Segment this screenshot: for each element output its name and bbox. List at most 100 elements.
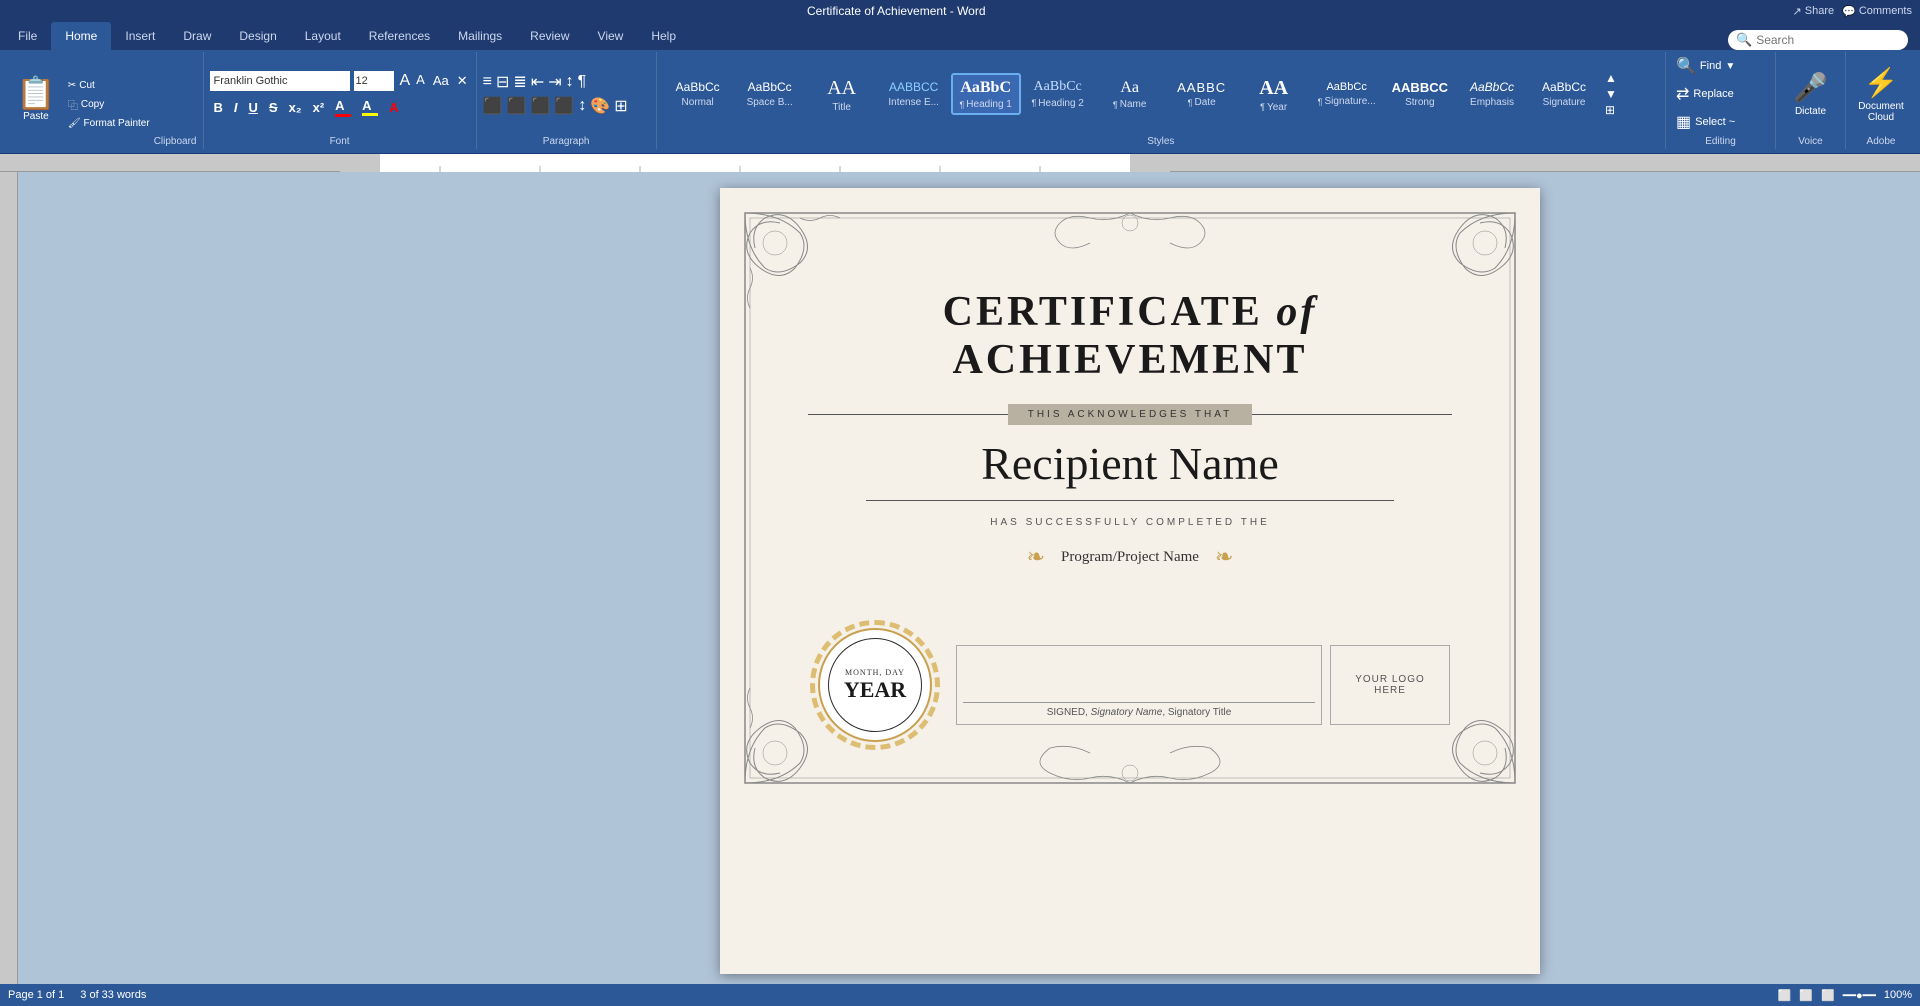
clear-formatting-button[interactable]: ✕ bbox=[455, 73, 470, 89]
tab-file[interactable]: File bbox=[4, 22, 51, 50]
share-icon: ↗ bbox=[1793, 5, 1802, 18]
select-button[interactable]: ▦ Select ~ bbox=[1672, 110, 1769, 134]
certificate-content: CERTIFICATE of ACHIEVEMENT THIS ACKNOWLE… bbox=[740, 208, 1520, 780]
align-center-button[interactable]: ⬛ bbox=[507, 96, 527, 116]
copy-button[interactable]: ⿻ Copy bbox=[64, 96, 154, 113]
document-canvas[interactable]: CERTIFICATE of ACHIEVEMENT THIS ACKNOWLE… bbox=[340, 172, 1920, 990]
seal-year: YEAR bbox=[844, 677, 906, 703]
paste-label: Paste bbox=[23, 111, 49, 122]
tab-insert[interactable]: Insert bbox=[111, 22, 169, 50]
comments-button[interactable]: 💬 Comments bbox=[1842, 5, 1912, 18]
text-color-button[interactable]: A bbox=[331, 97, 355, 118]
clipboard-group: 📋 Paste ✂ Cut ⿻ Copy 🖌 Format Painter Cl… bbox=[4, 52, 204, 149]
layout-web-icon[interactable]: ⬜ bbox=[1799, 989, 1813, 1002]
zoom-slider[interactable]: ━━●━━ bbox=[1843, 989, 1876, 1002]
tab-references[interactable]: References bbox=[355, 22, 444, 50]
tab-help[interactable]: Help bbox=[637, 22, 690, 50]
strikethrough-button[interactable]: S bbox=[265, 99, 282, 116]
font-group: A A Aa ✕ B I U S x₂ x² A A bbox=[204, 52, 477, 149]
acknowledges-text[interactable]: THIS ACKNOWLEDGES THAT bbox=[1008, 404, 1253, 425]
style-year[interactable]: AA ¶Year bbox=[1239, 72, 1309, 117]
shading-button[interactable]: 🎨 bbox=[590, 96, 610, 116]
style-title[interactable]: AA Title bbox=[807, 72, 877, 117]
comments-icon: 💬 bbox=[1842, 5, 1856, 18]
tab-review[interactable]: Review bbox=[516, 22, 583, 50]
multilevel-list-button[interactable]: ≣ bbox=[513, 72, 526, 92]
font-name-input[interactable] bbox=[210, 71, 350, 91]
tab-layout[interactable]: Layout bbox=[291, 22, 355, 50]
search-input[interactable] bbox=[1756, 33, 1896, 47]
logo-box[interactable]: YOUR LOGO HERE bbox=[1330, 645, 1450, 725]
align-right-button[interactable]: ⬛ bbox=[531, 96, 551, 116]
acknowledges-row: THIS ACKNOWLEDGES THAT bbox=[800, 404, 1460, 425]
ruler-inner bbox=[340, 154, 1170, 172]
document-cloud-button[interactable]: DocumentCloud bbox=[1858, 101, 1904, 123]
show-formatting-button[interactable]: ¶ bbox=[578, 73, 587, 91]
recipient-name[interactable]: Recipient Name bbox=[800, 437, 1460, 490]
numbering-button[interactable]: ⊟ bbox=[496, 72, 509, 92]
style-emphasis[interactable]: AaBbCc Emphasis bbox=[1457, 76, 1527, 111]
style-signature1[interactable]: AaBbCc ¶Signature... bbox=[1311, 77, 1383, 111]
highlight-button[interactable]: A bbox=[358, 97, 382, 117]
font-shrink-button[interactable]: A bbox=[414, 72, 427, 90]
logo-line1: YOUR LOGO bbox=[1355, 674, 1425, 685]
change-case-button[interactable]: Aa bbox=[431, 73, 451, 88]
adobe-icon: ⚡ bbox=[1864, 66, 1899, 99]
share-button[interactable]: ↗ Share bbox=[1793, 5, 1835, 18]
style-signature2[interactable]: AaBbCc Signature bbox=[1529, 76, 1599, 111]
font-grow-button[interactable]: A bbox=[398, 72, 413, 90]
font-size-input[interactable] bbox=[354, 71, 394, 91]
increase-indent-button[interactable]: ⇥ bbox=[548, 72, 561, 92]
styles-expand[interactable]: ⊞ bbox=[1605, 103, 1617, 117]
style-intense-emphasis[interactable]: AABBCC Intense E... bbox=[879, 76, 949, 111]
style-date[interactable]: AABBC ¶Date bbox=[1167, 76, 1237, 113]
style-space-before[interactable]: AaBbCc Space B... bbox=[735, 76, 805, 111]
certificate-title: CERTIFICATE of ACHIEVEMENT bbox=[800, 288, 1460, 384]
style-heading2[interactable]: AaBbCc ¶Heading 2 bbox=[1023, 75, 1093, 113]
format-painter-button[interactable]: 🖌 Format Painter bbox=[64, 117, 154, 130]
style-normal[interactable]: AaBbCc Normal bbox=[663, 76, 733, 111]
layout-print-icon[interactable]: ⬜ bbox=[1778, 989, 1792, 1002]
styles-scroll-up[interactable]: ▲ bbox=[1605, 71, 1617, 85]
borders-button[interactable]: ⊞ bbox=[614, 96, 627, 116]
layout-read-icon[interactable]: ⬜ bbox=[1821, 989, 1835, 1002]
tab-home[interactable]: Home bbox=[51, 22, 111, 50]
dictate-button[interactable]: Dictate bbox=[1795, 106, 1826, 117]
style-heading1[interactable]: AaBbC ¶Heading 1 bbox=[951, 73, 1021, 115]
tab-view[interactable]: View bbox=[584, 22, 638, 50]
ribbon-content: 📋 Paste ✂ Cut ⿻ Copy 🖌 Format Painter Cl… bbox=[0, 50, 1920, 154]
signed-text: SIGNED, Signatory Name, Signatory Title bbox=[963, 707, 1315, 718]
subscript-button[interactable]: x₂ bbox=[285, 99, 306, 116]
decrease-indent-button[interactable]: ⇤ bbox=[531, 72, 544, 92]
vertical-ruler bbox=[0, 172, 18, 990]
paragraph-group: ≡ ⊟ ≣ ⇤ ⇥ ↕ ¶ ⬛ ⬛ ⬛ ⬛ ↕ 🎨 ⊞ Paragraph bbox=[477, 52, 657, 149]
underline-button[interactable]: U bbox=[245, 99, 262, 116]
bottom-section: MONTH, DAY YEAR SIGNED, Signatory Name, … bbox=[800, 620, 1460, 750]
superscript-button[interactable]: x² bbox=[309, 99, 329, 116]
align-left-button[interactable]: ⬛ bbox=[483, 96, 503, 116]
word-count: 3 of 33 words bbox=[80, 989, 146, 1001]
recipient-underline bbox=[866, 500, 1394, 501]
font-color-button[interactable]: A bbox=[385, 99, 402, 116]
justify-button[interactable]: ⬛ bbox=[554, 96, 574, 116]
bold-button[interactable]: B bbox=[210, 99, 227, 116]
logo-line2: HERE bbox=[1374, 685, 1406, 696]
program-name[interactable]: Program/Project Name bbox=[1061, 549, 1199, 566]
style-name[interactable]: Aa ¶Name bbox=[1095, 74, 1165, 114]
replace-button[interactable]: ⇄ Replace bbox=[1672, 82, 1769, 106]
bullets-button[interactable]: ≡ bbox=[483, 73, 492, 91]
cut-button[interactable]: ✂ Cut bbox=[64, 79, 154, 92]
format-painter-icon: 🖌 bbox=[68, 118, 81, 129]
tab-mailings[interactable]: Mailings bbox=[444, 22, 516, 50]
styles-scroll-down[interactable]: ▼ bbox=[1605, 87, 1617, 101]
tab-draw[interactable]: Draw bbox=[169, 22, 225, 50]
paste-button[interactable]: 📋 Paste bbox=[10, 75, 62, 124]
sort-button[interactable]: ↕ bbox=[566, 73, 574, 91]
find-button[interactable]: 🔍 Find ▼ bbox=[1672, 54, 1769, 78]
style-strong[interactable]: AABBCC Strong bbox=[1385, 76, 1455, 113]
italic-button[interactable]: I bbox=[230, 99, 242, 116]
signature-area[interactable]: SIGNED, Signatory Name, Signatory Title bbox=[956, 645, 1322, 725]
line-spacing-button[interactable]: ↕ bbox=[578, 97, 586, 115]
tab-design[interactable]: Design bbox=[225, 22, 290, 50]
copy-icon: ⿻ bbox=[68, 97, 78, 112]
